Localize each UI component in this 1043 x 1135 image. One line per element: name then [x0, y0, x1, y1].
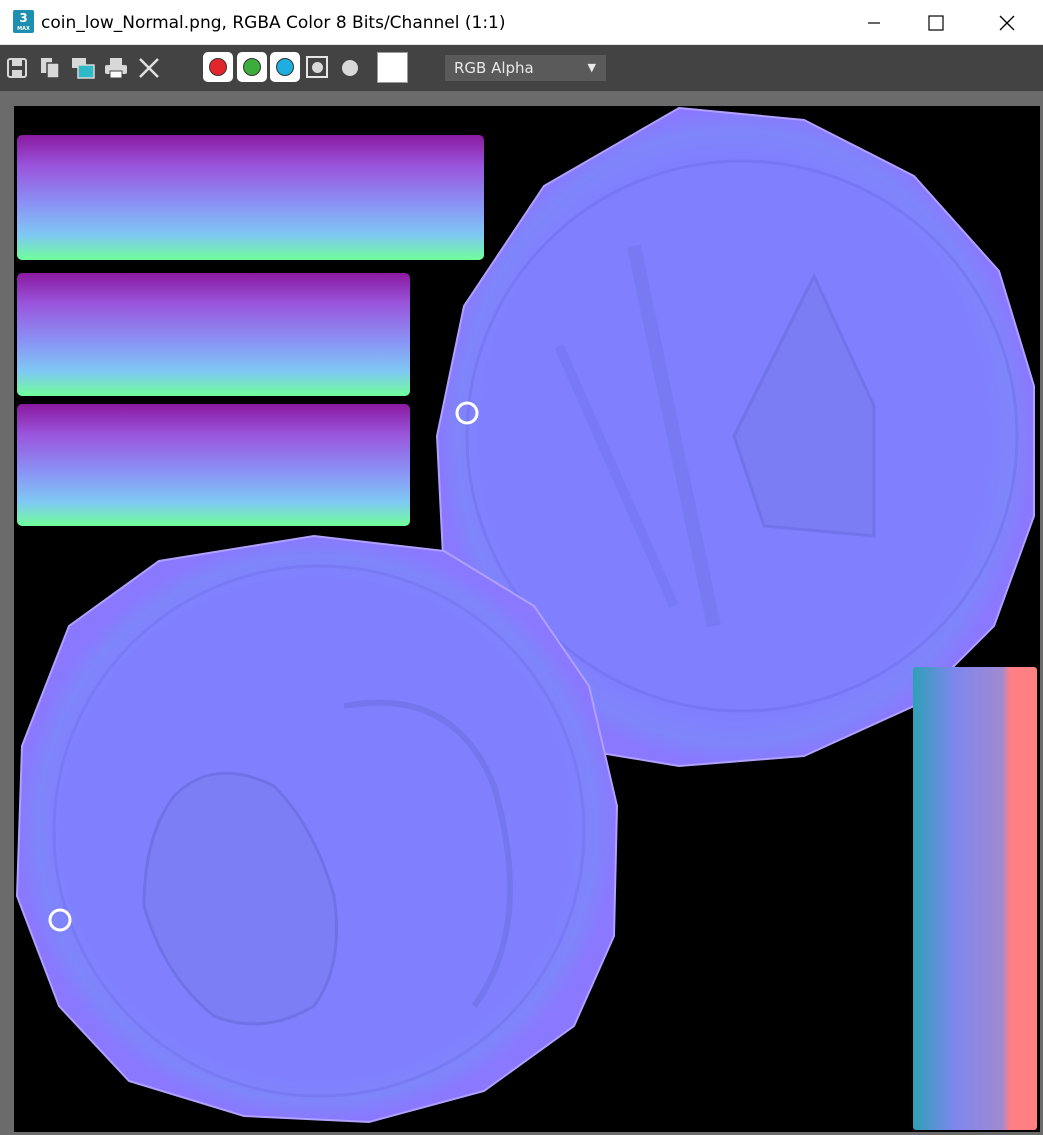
window-title: coin_low_Normal.png, RGBA Color 8 Bits/C… — [41, 13, 506, 33]
save-icon — [7, 58, 27, 78]
close-icon — [999, 15, 1015, 30]
texture-strip-1 — [17, 135, 484, 260]
clone-window-button[interactable] — [70, 55, 96, 81]
print-icon — [105, 58, 127, 79]
red-dot-icon — [209, 58, 227, 76]
blue-channel-toggle[interactable] — [270, 52, 300, 82]
save-image-button[interactable] — [4, 55, 30, 81]
monochrome-icon — [311, 61, 323, 73]
coin-front-face — [15, 534, 619, 1124]
monochrome-toggle[interactable] — [306, 56, 328, 78]
background-color-swatch[interactable] — [377, 52, 408, 83]
clone-window-icon — [72, 58, 95, 79]
display-channel-dropdown[interactable]: RGB Alpha ▼ — [445, 55, 606, 81]
maximize-icon — [928, 14, 944, 31]
chevron-down-icon: ▼ — [587, 61, 596, 74]
clear-image-button[interactable] — [136, 55, 162, 81]
green-channel-toggle[interactable] — [237, 52, 267, 82]
app-icon-label: 3 — [19, 11, 28, 25]
dropdown-value: RGB Alpha — [454, 59, 534, 77]
green-dot-icon — [243, 58, 261, 76]
texture-strip-3 — [17, 404, 410, 526]
app-icon-sublabel: MAX — [17, 26, 30, 32]
texture-strip-side — [913, 667, 1037, 1130]
copy-icon — [41, 58, 60, 79]
clear-icon — [139, 58, 159, 78]
image-canvas[interactable] — [14, 106, 1040, 1132]
copy-image-button[interactable] — [37, 55, 63, 81]
alpha-channel-toggle[interactable] — [342, 60, 358, 76]
close-button[interactable] — [984, 0, 1030, 45]
3dsmax-app-icon: 3 MAX — [13, 10, 34, 33]
frame-buffer-toolbar: RGB Alpha ▼ — [0, 45, 1043, 91]
minimize-icon — [868, 21, 880, 24]
print-image-button[interactable] — [103, 55, 129, 81]
maximize-button[interactable] — [913, 0, 959, 45]
minimize-button[interactable] — [851, 0, 897, 45]
red-channel-toggle[interactable] — [203, 52, 233, 82]
title-bar[interactable]: 3 MAX coin_low_Normal.png, RGBA Color 8 … — [0, 0, 1043, 45]
normal-map-image — [15, 106, 1037, 1130]
blue-dot-icon — [276, 58, 294, 76]
texture-strip-2 — [17, 273, 410, 396]
